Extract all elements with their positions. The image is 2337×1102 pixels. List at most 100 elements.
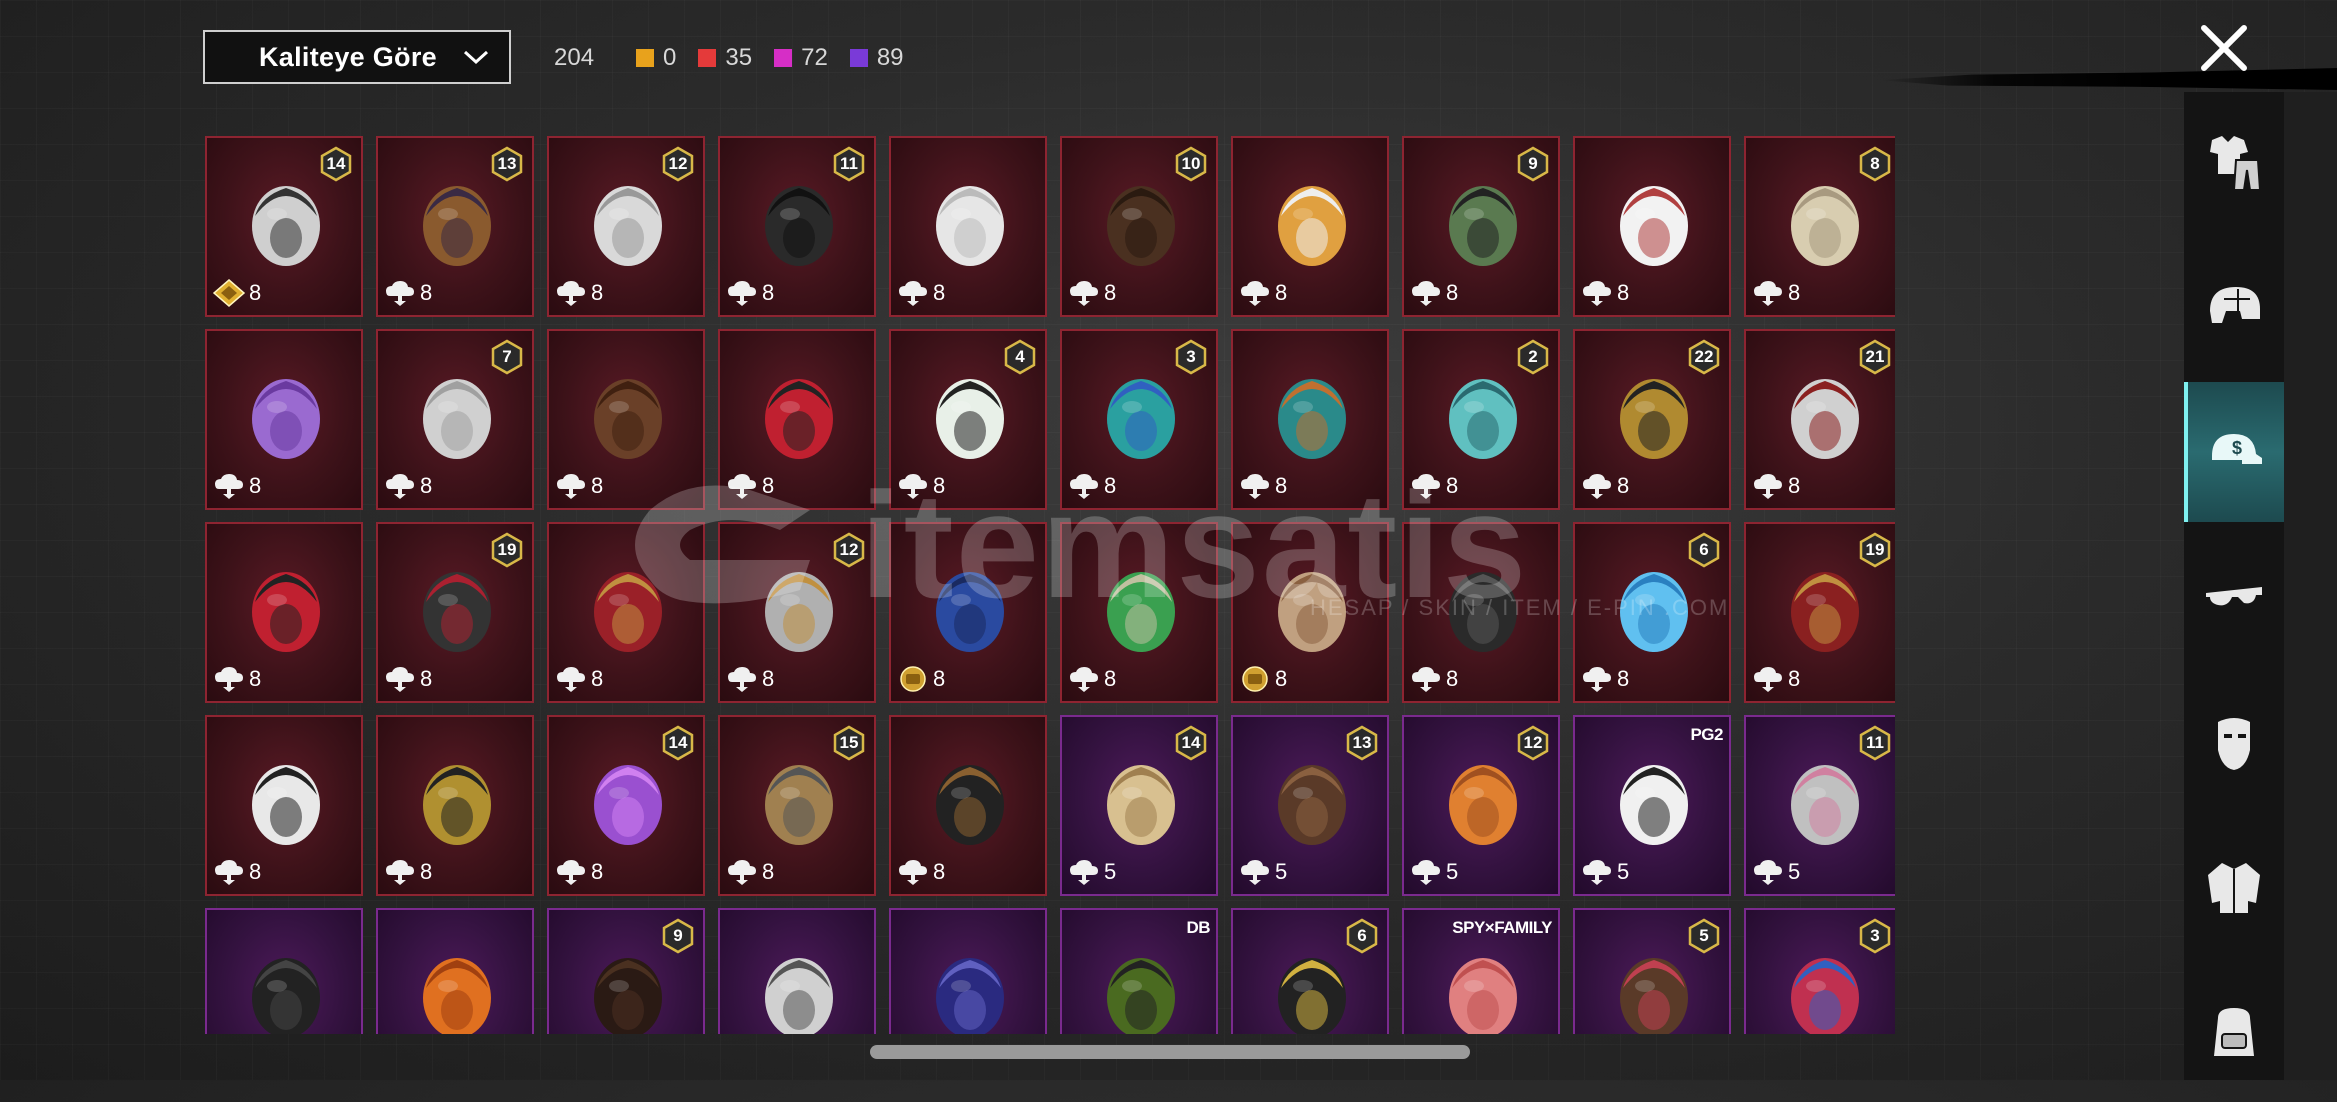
item-tile[interactable]: 8 xyxy=(1060,522,1218,703)
item-tile[interactable]: 5 xyxy=(1573,908,1731,1034)
item-tile[interactable]: 8 xyxy=(1231,136,1389,317)
item-tile[interactable]: 12 5 xyxy=(1402,715,1560,896)
item-tile[interactable]: 14 8 xyxy=(205,136,363,317)
bow-brown-hair-icon xyxy=(1620,958,1688,1034)
rarity-counts: 204 0 35 72 89 xyxy=(554,40,926,76)
mask-icon xyxy=(2218,718,2250,770)
item-cost-value: 8 xyxy=(591,280,604,305)
item-tile[interactable]: 88 xyxy=(1744,136,1895,317)
cloud-coin-icon xyxy=(215,667,243,692)
item-tile[interactable]: 8 xyxy=(889,136,1047,317)
item-tile[interactable]: 8 xyxy=(1231,329,1389,510)
sidebar-item-headwear[interactable]: $ xyxy=(2184,382,2284,522)
item-cost-value: 8 xyxy=(1104,473,1117,498)
pink-hair-icon xyxy=(1449,958,1517,1034)
item-tile[interactable]: 21 8 xyxy=(1744,329,1895,510)
item-tile[interactable]: 22 8 xyxy=(1573,329,1731,510)
item-tile[interactable]: 11 8 xyxy=(718,136,876,317)
item-tile[interactable]: 8 xyxy=(547,329,705,510)
sidebar-item-top[interactable] xyxy=(2184,817,2284,957)
item-tile[interactable]: 8 xyxy=(376,715,534,896)
item-tile[interactable]: 10 8 xyxy=(1060,136,1218,317)
level-badge-number: 21 xyxy=(1865,347,1885,366)
sidebar-item-face[interactable] xyxy=(2184,672,2284,812)
item-tile[interactable]: 8 xyxy=(718,329,876,510)
level-badge-number: 6 xyxy=(1699,540,1709,559)
level-badge: 14 xyxy=(661,725,695,761)
item-tile[interactable]: 14 5 xyxy=(1060,715,1218,896)
cloud-coin-icon xyxy=(1241,474,1269,499)
item-tile[interactable]: 28 xyxy=(1402,329,1560,510)
item-tile[interactable]: 13 8 xyxy=(376,136,534,317)
gold-helmet-icon xyxy=(1620,379,1688,459)
level-badge: 22 xyxy=(1687,339,1721,375)
sidebar-item-eyewear[interactable] xyxy=(2184,527,2284,667)
item-tile[interactable]: 9 xyxy=(547,908,705,1034)
item-tile[interactable]: 68 xyxy=(1573,522,1731,703)
item-tile[interactable] xyxy=(376,908,534,1034)
item-cost: 8 xyxy=(726,665,774,693)
item-cost: 8 xyxy=(726,472,774,500)
item-cost: 8 xyxy=(555,665,603,693)
close-icon[interactable] xyxy=(2196,20,2252,76)
item-tile[interactable]: 19 8 xyxy=(376,522,534,703)
sort-dropdown[interactable]: Kaliteye Göre xyxy=(203,30,511,84)
cloud-coin-icon xyxy=(557,281,585,306)
black-balaclava-icon xyxy=(252,958,320,1034)
item-cost: 8 xyxy=(384,858,432,886)
item-tile[interactable]: 3 xyxy=(1744,908,1895,1034)
item-tile[interactable]: 14 8 xyxy=(547,715,705,896)
level-badge: 4 xyxy=(1003,339,1037,375)
item-tile[interactable]: 8 xyxy=(889,522,1047,703)
item-tile[interactable]: 12 8 xyxy=(547,136,705,317)
legendary-swatch xyxy=(636,49,655,67)
cloud-coin-icon xyxy=(1583,474,1611,499)
item-tile[interactable]: 8 xyxy=(205,329,363,510)
item-tile[interactable]: PG2 5 xyxy=(1573,715,1731,896)
jester-hat-icon xyxy=(1791,958,1859,1034)
level-badge: 15 xyxy=(832,725,866,761)
cloud-coin-icon xyxy=(899,860,927,885)
item-tile[interactable]: 48 xyxy=(889,329,1047,510)
level-badge-number: 11 xyxy=(1866,733,1884,752)
item-tile[interactable] xyxy=(718,908,876,1034)
item-tile[interactable]: 78 xyxy=(376,329,534,510)
item-cost: 8 xyxy=(726,858,774,886)
cloud-coin-icon xyxy=(386,281,414,306)
item-tile[interactable]: 8 xyxy=(205,715,363,896)
item-cost: 5 xyxy=(1239,858,1287,886)
item-cost: 5 xyxy=(1410,858,1458,886)
item-tile[interactable] xyxy=(205,908,363,1034)
level-badge: 12 xyxy=(1516,725,1550,761)
level-badge: 9 xyxy=(661,918,695,954)
item-tile[interactable]: 12 8 xyxy=(718,522,876,703)
cloud-coin-icon xyxy=(1754,667,1782,692)
horizontal-scrollbar[interactable] xyxy=(870,1045,1470,1059)
item-cost-value: 8 xyxy=(249,666,262,691)
item-tile[interactable]: 8 xyxy=(1573,136,1731,317)
item-tile[interactable]: 8 xyxy=(547,522,705,703)
sidebar-item-helmet[interactable] xyxy=(2184,237,2284,377)
level-badge: 13 xyxy=(1345,725,1379,761)
item-tile[interactable]: 11 5 xyxy=(1744,715,1895,896)
item-cost: 8 xyxy=(384,665,432,693)
red-count: 35 xyxy=(725,44,753,71)
item-tile[interactable]: 38 xyxy=(1060,329,1218,510)
item-tile[interactable]: 8 xyxy=(889,715,1047,896)
item-tile[interactable]: 19 8 xyxy=(1744,522,1895,703)
item-tile[interactable]: 98 xyxy=(1402,136,1560,317)
level-badge-number: 11 xyxy=(840,154,858,173)
item-tile[interactable]: 8 xyxy=(205,522,363,703)
item-tile[interactable]: 8 xyxy=(1402,522,1560,703)
item-tile[interactable]: 15 8 xyxy=(718,715,876,896)
item-cost-value: 8 xyxy=(420,666,433,691)
sidebar-item-backpack[interactable] xyxy=(2184,962,2284,1102)
item-tile[interactable] xyxy=(889,908,1047,1034)
item-tile[interactable]: DB xyxy=(1060,908,1218,1034)
sidebar-item-outfit[interactable] xyxy=(2184,92,2284,232)
item-tile[interactable]: 8 xyxy=(1231,522,1389,703)
item-tile[interactable]: SPY×FAMILY xyxy=(1402,908,1560,1034)
item-tile[interactable]: 13 5 xyxy=(1231,715,1389,896)
item-tile[interactable]: 6 xyxy=(1231,908,1389,1034)
item-cost-value: 8 xyxy=(933,859,946,884)
